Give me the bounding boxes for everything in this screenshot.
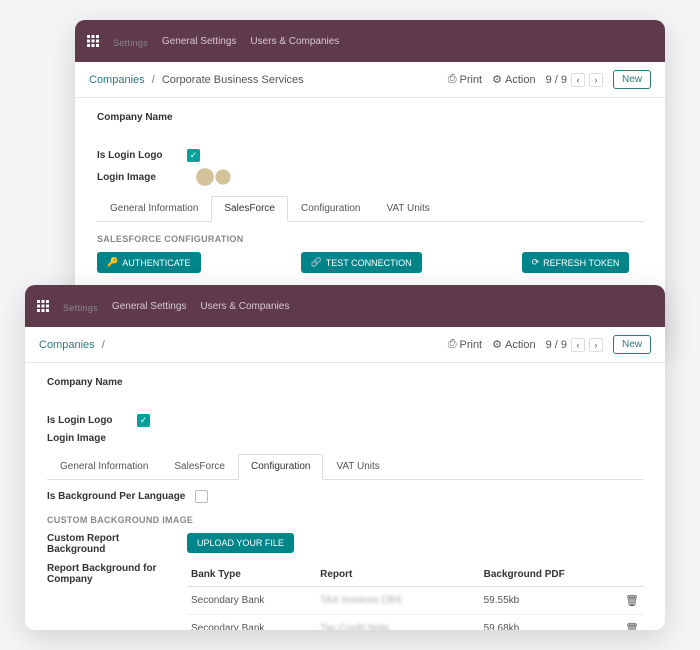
is-login-logo-checkbox[interactable]: ✓ — [187, 149, 200, 162]
breadcrumb-sep: / — [102, 339, 105, 351]
link-icon: 🔗 — [311, 257, 322, 268]
cell-bank-type: Secondary Bank — [187, 587, 316, 615]
header-actions: ⎙ Print ⚙ Action 9 / 9 ‹ › New — [448, 335, 651, 354]
key-icon: 🔑 — [107, 257, 118, 268]
print-button[interactable]: ⎙ Print — [448, 73, 482, 86]
gear-icon: ⚙ — [492, 73, 502, 86]
is-login-logo-label: Is Login Logo — [97, 150, 177, 161]
th-bg-pdf: Background PDF — [480, 563, 621, 587]
company-name-label: Company Name — [97, 112, 643, 123]
tabs: General Information SalesForce Configura… — [47, 454, 643, 480]
upload-file-button[interactable]: UPLOAD YOUR FILE — [187, 533, 294, 553]
th-bank-type: Bank Type — [187, 563, 316, 587]
report-bg-table: Bank Type Report Background PDF Secondar… — [187, 563, 643, 630]
is-login-logo-label: Is Login Logo — [47, 415, 127, 426]
module-title[interactable]: Settings — [63, 303, 98, 313]
pager-text: 9 / 9 — [546, 74, 567, 86]
refresh-token-button[interactable]: ⟳REFRESH TOKEN — [522, 252, 630, 273]
pager: 9 / 9 ‹ › — [546, 73, 603, 87]
action-dropdown[interactable]: ⚙ Action — [492, 338, 535, 351]
cell-size: 59.55kb — [480, 587, 621, 615]
breadcrumb-root[interactable]: Companies — [89, 74, 145, 86]
tab-vat-units[interactable]: VAT Units — [323, 454, 392, 479]
pager-prev[interactable]: ‹ — [571, 338, 585, 352]
pager-next[interactable]: › — [589, 338, 603, 352]
trash-icon[interactable]: 🗑 — [625, 595, 639, 607]
trash-icon[interactable]: 🗑 — [625, 623, 639, 630]
titlebar: Settings General Settings Users & Compan… — [25, 285, 665, 327]
table-row: Secondary BankTAX Invoices CBS59.55kb 🗑 — [187, 587, 643, 615]
new-button[interactable]: New — [613, 335, 651, 354]
header-actions: ⎙ Print ⚙ Action 9 / 9 ‹ › New — [448, 70, 651, 89]
nav-users-companies[interactable]: Users & Companies — [250, 36, 339, 47]
breadcrumb-root[interactable]: Companies — [39, 339, 95, 351]
report-bg-company-label: Report Background for Company — [47, 563, 167, 630]
print-icon: ⎙ — [448, 338, 457, 351]
header-row: Companies / Corporate Business Services … — [75, 62, 665, 98]
nav-users-companies[interactable]: Users & Companies — [200, 301, 289, 312]
login-image-preview[interactable] — [187, 168, 247, 186]
print-icon: ⎙ — [448, 73, 457, 86]
tab-general[interactable]: General Information — [47, 454, 161, 479]
pager-next[interactable]: › — [589, 73, 603, 87]
sf-config-heading: SALESFORCE CONFIGURATION — [97, 234, 643, 244]
tab-configuration[interactable]: Configuration — [238, 454, 323, 480]
cell-size: 59.68kb — [480, 615, 621, 631]
authenticate-button[interactable]: 🔑AUTHENTICATE — [97, 252, 201, 273]
refresh-icon: ⟳ — [532, 257, 540, 268]
breadcrumb-current: Corporate Business Services — [162, 74, 304, 86]
company-name-label: Company Name — [47, 377, 643, 388]
custom-bg-heading: CUSTOM BACKGROUND IMAGE — [47, 515, 643, 525]
tabs: General Information SalesForce Configura… — [97, 196, 643, 222]
cell-report: TAX Invoices CBS — [316, 587, 479, 615]
breadcrumb: Companies / Corporate Business Services — [89, 74, 304, 86]
action-dropdown[interactable]: ⚙ Action — [492, 73, 535, 86]
apps-icon[interactable] — [87, 35, 99, 47]
apps-icon[interactable] — [37, 300, 49, 312]
cell-report: Tax Credit Note — [316, 615, 479, 631]
table-row: Secondary BankTax Credit Note59.68kb 🗑 — [187, 615, 643, 631]
is-login-logo-checkbox[interactable]: ✓ — [137, 414, 150, 427]
window-configuration: Settings General Settings Users & Compan… — [25, 285, 665, 630]
pager: 9 / 9 ‹ › — [546, 338, 603, 352]
bg-per-lang-label: Is Background Per Language — [47, 491, 185, 502]
test-connection-button[interactable]: 🔗TEST CONNECTION — [301, 252, 422, 273]
nav-general-settings[interactable]: General Settings — [162, 36, 237, 47]
new-button[interactable]: New — [613, 70, 651, 89]
login-image-label: Login Image — [47, 433, 127, 444]
module-title[interactable]: Settings — [113, 38, 148, 48]
tab-salesforce[interactable]: SalesForce — [161, 454, 238, 479]
breadcrumb-sep: / — [152, 74, 155, 86]
cell-bank-type: Secondary Bank — [187, 615, 316, 631]
tab-vat-units[interactable]: VAT Units — [373, 196, 442, 221]
titlebar: Settings General Settings Users & Compan… — [75, 20, 665, 62]
bg-per-lang-checkbox[interactable] — [195, 490, 208, 503]
nav-general-settings[interactable]: General Settings — [112, 301, 187, 312]
pager-text: 9 / 9 — [546, 339, 567, 351]
custom-report-bg-label: Custom Report Background — [47, 533, 167, 555]
th-report: Report — [316, 563, 479, 587]
header-row: Companies / ⎙ Print ⚙ Action 9 / 9 ‹ › N… — [25, 327, 665, 363]
tab-general[interactable]: General Information — [97, 196, 211, 221]
print-button[interactable]: ⎙ Print — [448, 338, 482, 351]
login-image-label: Login Image — [97, 172, 177, 183]
tab-configuration[interactable]: Configuration — [288, 196, 373, 221]
content: Company Name Is Login Logo ✓ Login Image… — [25, 363, 665, 630]
tab-salesforce[interactable]: SalesForce — [211, 196, 288, 222]
breadcrumb: Companies / — [39, 339, 109, 351]
pager-prev[interactable]: ‹ — [571, 73, 585, 87]
gear-icon: ⚙ — [492, 338, 502, 351]
